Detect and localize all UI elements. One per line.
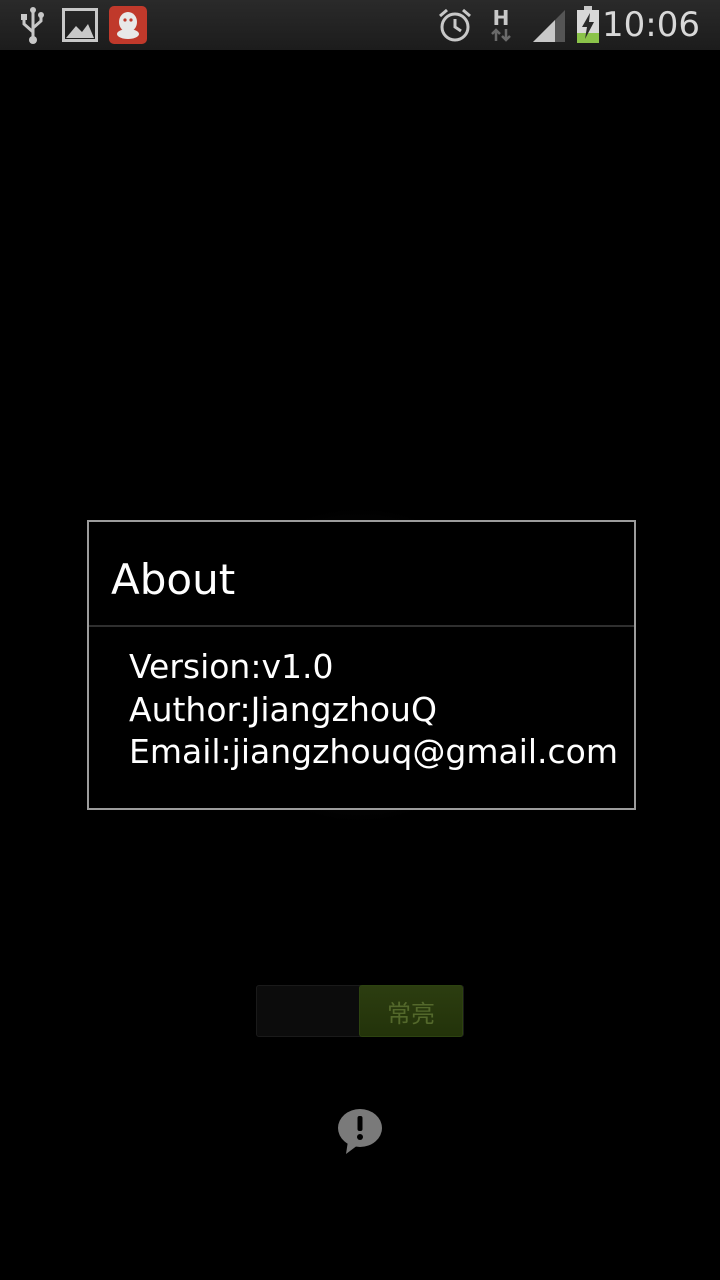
toggle-on-label: 常亮 — [359, 985, 463, 1037]
dialog-title: About — [111, 555, 236, 604]
speech-bubble-exclamation-icon[interactable] — [336, 1108, 384, 1156]
email-text: Email:jiangzhouq@gmail.com — [129, 732, 619, 771]
battery-charging-icon — [574, 6, 602, 44]
dialog-body: Version:v1.0 Author:JiangzhouQ Email:jia… — [129, 646, 618, 774]
status-clock: 10:06 — [602, 5, 700, 45]
qq-icon — [109, 6, 147, 44]
signal-icon — [530, 6, 566, 44]
version-text: Version:v1.0 — [129, 647, 334, 686]
usb-icon — [18, 6, 48, 44]
about-dialog: About Version:v1.0 Author:JiangzhouQ Ema… — [87, 520, 636, 810]
status-bar: H 10:06 — [0, 0, 720, 50]
gallery-icon — [61, 6, 99, 44]
network-h-icon: H — [486, 6, 516, 44]
dialog-divider — [89, 625, 634, 627]
alarm-icon — [436, 6, 474, 44]
author-text: Author:JiangzhouQ — [129, 689, 437, 729]
keep-screen-on-toggle[interactable]: 常亮 — [256, 985, 464, 1037]
